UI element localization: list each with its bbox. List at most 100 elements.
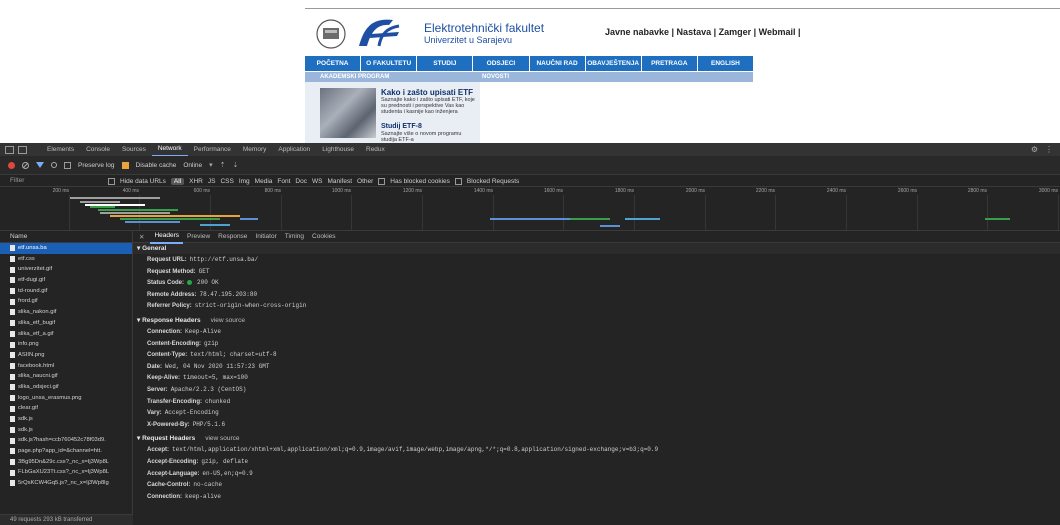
hide-data-urls-checkbox[interactable]	[108, 177, 115, 185]
timeline-gridline	[846, 195, 847, 231]
request-row[interactable]: slika_naucni.gif	[0, 371, 132, 382]
blocked-requests-checkbox[interactable]	[454, 177, 462, 185]
request-row[interactable]: 3Bg95Dn&29c.css?_nc_x=Ij3Wp8L	[0, 457, 132, 468]
request-row[interactable]: slika_etf_bugif	[0, 318, 132, 329]
clear-icon[interactable]	[22, 161, 29, 169]
header-row: Cache-Control: no-cache	[133, 479, 1060, 491]
request-row[interactable]: FLbGaXU23Tt.css?_nc_x=Ij3Wp8L	[0, 467, 132, 478]
tab-elements[interactable]: Elements	[41, 143, 80, 156]
nav-item-naucni-rad[interactable]: NAUČNI RAD	[530, 56, 586, 71]
tab-headers[interactable]: Headers	[150, 230, 184, 244]
nav-item-pocetna[interactable]: POČETNA	[305, 56, 362, 71]
record-icon[interactable]	[8, 161, 15, 169]
tab-performance[interactable]: Performance	[188, 143, 237, 156]
timeline-gridline	[351, 195, 352, 231]
request-row[interactable]: td-round.gif	[0, 286, 132, 297]
filter-type-js[interactable]: JS	[208, 178, 216, 185]
request-row[interactable]: page.php?app_id=&channel=htt.	[0, 446, 132, 457]
brand-name[interactable]: Elektrotehnički fakultet	[424, 21, 544, 35]
request-row[interactable]: info.png	[0, 339, 132, 350]
filter-type-css[interactable]: CSS	[220, 178, 233, 185]
file-icon	[10, 266, 15, 273]
inspect-icon[interactable]	[5, 145, 14, 154]
request-row[interactable]: frord.gif	[0, 296, 132, 307]
request-header-rows: Accept: text/html,application/xhtml+xml,a…	[133, 444, 1060, 502]
request-row[interactable]: etf.unsa.ba	[0, 243, 132, 254]
nav-item-o-fakultetu[interactable]: O FAKULTETU	[361, 56, 418, 71]
tab-memory[interactable]: Memory	[237, 143, 272, 156]
request-row[interactable]: univerzitet.gif	[0, 264, 132, 275]
tab-sources[interactable]: Sources	[116, 143, 152, 156]
timeline-tick-label: 2400 ms	[826, 188, 846, 194]
timeline-overview[interactable]	[0, 195, 1060, 231]
nav-item-pretraga[interactable]: PRETRAGA	[642, 56, 698, 71]
request-row[interactable]: sdk.js?hash=ccb760452c78f03d9.	[0, 435, 132, 446]
request-headers-title: Request Headers	[142, 435, 196, 443]
response-headers-section-header[interactable]: ▾ Response Headers view source	[133, 315, 1060, 326]
more-options-icon[interactable]: ⋮	[1045, 145, 1053, 154]
preserve-log-checkbox[interactable]	[64, 161, 71, 169]
filter-type-font[interactable]: Font	[277, 178, 290, 185]
request-row[interactable]: etf.css	[0, 254, 132, 265]
tab-response[interactable]: Response	[214, 231, 251, 243]
timeline-gridline	[422, 195, 423, 231]
chevron-down-icon[interactable]: ▾	[209, 161, 213, 169]
tab-timing[interactable]: Timing	[281, 231, 308, 243]
top-links[interactable]: Javne nabavke | Nastava | Zamger | Webma…	[605, 27, 801, 37]
general-section-header[interactable]: ▾ General	[133, 243, 1060, 254]
filter-input[interactable]: Filter	[10, 175, 24, 187]
disable-cache-checkbox[interactable]	[121, 161, 129, 169]
request-row[interactable]: clear.gif	[0, 403, 132, 414]
timeline-gridline	[281, 195, 282, 231]
tab-lighthouse[interactable]: Lighthouse	[316, 143, 360, 156]
preserve-log-label: Preserve log	[78, 161, 115, 169]
request-name: clear.gif	[18, 405, 38, 412]
article-title-2[interactable]: Studij ETF-8	[381, 123, 422, 130]
request-headers-section-header[interactable]: ▾ Request Headers view source	[133, 433, 1060, 444]
name-column-header[interactable]: Name	[0, 231, 132, 243]
filter-type-other[interactable]: Other	[357, 178, 373, 185]
request-row[interactable]: slika_odsjeci.gif	[0, 382, 132, 393]
import-har-icon[interactable]: ⇡	[220, 161, 226, 169]
filter-type-media[interactable]: Media	[255, 178, 273, 185]
throttle-select[interactable]: Online	[183, 162, 202, 169]
tab-initiator[interactable]: Initiator	[251, 231, 280, 243]
filter-type-xhr[interactable]: XHR	[189, 178, 203, 185]
request-row[interactable]: 5rQsKCW4Gq5.js?_nc_x=Ij3Wp8lg	[0, 478, 132, 489]
request-row[interactable]: sdk.js	[0, 414, 132, 425]
search-icon[interactable]	[51, 162, 57, 168]
request-row[interactable]: slika_etf_a.gif	[0, 329, 132, 340]
article-title[interactable]: Kako i zašto upisati ETF	[381, 88, 473, 97]
nav-item-studij[interactable]: STUDIJ	[417, 56, 474, 71]
tab-cookies[interactable]: Cookies	[308, 231, 339, 243]
nav-item-obavjestenja[interactable]: OBAVJEŠTENJA	[586, 56, 642, 71]
view-source-link[interactable]: view source	[211, 317, 245, 324]
filter-funnel-icon[interactable]	[36, 162, 44, 168]
request-row[interactable]: sdk.js	[0, 425, 132, 436]
filter-type-manifest[interactable]: Manifest	[327, 178, 352, 185]
nav-item-english[interactable]: ENGLISH	[698, 56, 753, 71]
export-har-icon[interactable]: ⇣	[233, 161, 239, 169]
request-list: Name etf.unsa.ba etf.css univerzitet.gif et…	[0, 231, 133, 525]
device-toolbar-icon[interactable]	[18, 145, 27, 154]
tab-preview[interactable]: Preview	[183, 231, 214, 243]
filter-type-doc[interactable]: Doc	[295, 178, 307, 185]
request-row[interactable]: logo_unsa_erasmus.png	[0, 393, 132, 404]
filter-all-button[interactable]: All	[170, 177, 185, 185]
close-icon[interactable]: ✕	[133, 233, 150, 241]
filter-type-ws[interactable]: WS	[312, 178, 322, 185]
view-source-link[interactable]: view source	[205, 435, 239, 442]
has-blocked-cookies-checkbox[interactable]	[378, 177, 386, 185]
request-row[interactable]: ASIIN.png	[0, 350, 132, 361]
response-headers-title: Response Headers	[142, 316, 201, 324]
settings-gear-icon[interactable]: ⚙	[1031, 145, 1038, 154]
tab-network[interactable]: Network	[151, 143, 188, 157]
nav-item-odsjeci[interactable]: ODSJECI	[473, 56, 530, 71]
filter-type-img[interactable]: Img	[239, 178, 250, 185]
tab-redux[interactable]: Redux	[360, 143, 391, 156]
tab-application[interactable]: Application	[272, 143, 316, 156]
request-row[interactable]: slika_nakon.gif	[0, 307, 132, 318]
tab-console[interactable]: Console	[80, 143, 116, 156]
request-row[interactable]: facebook.html	[0, 361, 132, 372]
request-row[interactable]: etf-dugi.gif	[0, 275, 132, 286]
